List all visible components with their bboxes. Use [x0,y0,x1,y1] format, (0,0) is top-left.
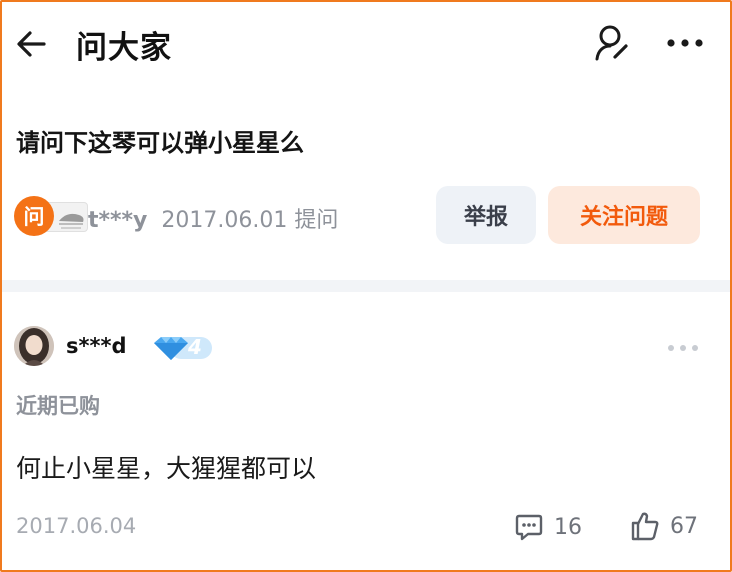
like-count: 67 [670,513,698,539]
user-photo-icon [14,326,54,366]
top-bar: 问大家 [0,0,732,88]
answer-avatar[interactable] [14,326,54,366]
comment-button[interactable]: 16 [514,510,582,544]
asker-avatar-badge: 问 [14,196,54,236]
diamond-icon [154,337,212,360]
like-button[interactable]: 67 [630,508,698,544]
asked-date: 2017.06.01 提问 [161,208,339,233]
user-search-icon [595,25,628,61]
answer-date: 2017.06.04 [16,514,137,538]
follow-question-button[interactable]: 关注问题 [548,186,700,244]
report-button[interactable]: 举报 [436,186,536,244]
answer-more-button[interactable] [660,334,706,362]
asker-name[interactable]: t***y [88,208,147,233]
back-button[interactable] [12,24,52,64]
question-text: 请问下这琴可以弹小星星么 [16,129,304,157]
asker-row: 问 t***y 2017.06.01 提问 举报 关注问题 [0,186,732,246]
page-title: 问大家 [76,30,172,66]
answer-text: 何止小星星，大猩猩都可以 [16,454,317,483]
more-dots-icon [667,39,703,47]
level-number: 4 [188,335,202,359]
comment-count: 16 [554,514,582,540]
thumbs-up-icon [631,512,659,541]
asker-avatar[interactable]: 问 [14,196,88,236]
back-arrow-icon [17,31,46,57]
more-options-button[interactable] [662,26,708,60]
more-dots-icon [668,345,698,351]
answer-user-name[interactable]: s***d [66,334,126,358]
asker-meta: t***y 2017.06.01 提问 [88,202,338,234]
user-search-button[interactable] [592,22,632,64]
purchase-tag: 近期已购 [16,394,100,418]
level-badge: 4 [152,334,214,362]
section-divider [0,280,732,292]
comment-icon [515,514,543,541]
